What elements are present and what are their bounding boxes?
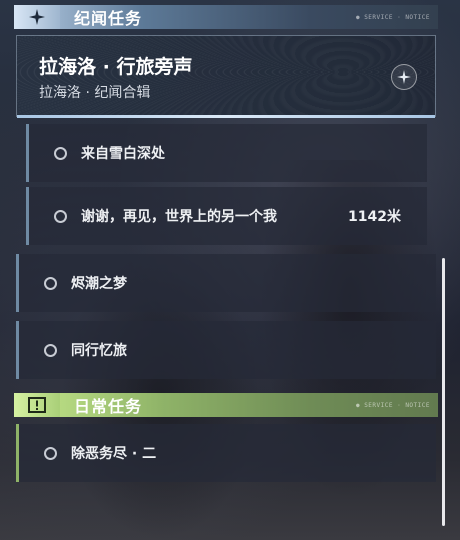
section-title-daily: 日常任务: [74, 397, 143, 416]
featured-quest-card[interactable]: 拉海洛 · 行旅旁声 拉海洛 · 纪闻合辑: [16, 35, 436, 118]
quest-name: 来自雪白深处: [81, 146, 165, 162]
section-tag-lore: ● SERVICE · NOTICE: [355, 13, 430, 21]
status-circle-icon: [41, 274, 59, 292]
featured-quest-subtitle: 拉海洛 · 纪闻合辑: [39, 85, 151, 101]
status-circle-icon: [41, 444, 59, 462]
section-tag-daily: ● SERVICE · NOTICE: [355, 401, 430, 409]
compass-star-icon: [391, 64, 417, 90]
quest-name: 除恶务尽 · 二: [71, 446, 157, 462]
quest-row[interactable]: 谢谢，再见，世界上的另一个我 1142米: [26, 187, 427, 245]
quest-row[interactable]: 来自雪白深处: [26, 124, 427, 182]
quest-row[interactable]: 除恶务尽 · 二: [16, 424, 436, 482]
quest-name: 同行忆旅: [71, 343, 127, 359]
scrollbar[interactable]: [442, 258, 445, 526]
featured-quest-title: 拉海洛 · 行旅旁声: [39, 56, 193, 78]
section-header-daily[interactable]: 日常任务 ● SERVICE · NOTICE: [14, 393, 438, 417]
exclamation-icon: [14, 393, 60, 417]
quest-distance: 1142米: [348, 209, 401, 225]
quest-name: 烬潮之梦: [71, 276, 127, 292]
status-circle-icon: [51, 144, 69, 162]
sparkle-icon: [14, 5, 60, 29]
quest-name: 谢谢，再见，世界上的另一个我: [81, 209, 277, 225]
status-circle-icon: [41, 341, 59, 359]
quest-row[interactable]: 烬潮之梦: [16, 254, 436, 312]
section-title-lore: 纪闻任务: [74, 9, 143, 28]
section-header-lore[interactable]: 纪闻任务 ● SERVICE · NOTICE: [14, 5, 438, 29]
quest-row[interactable]: 同行忆旅: [16, 321, 436, 379]
status-circle-icon: [51, 207, 69, 225]
